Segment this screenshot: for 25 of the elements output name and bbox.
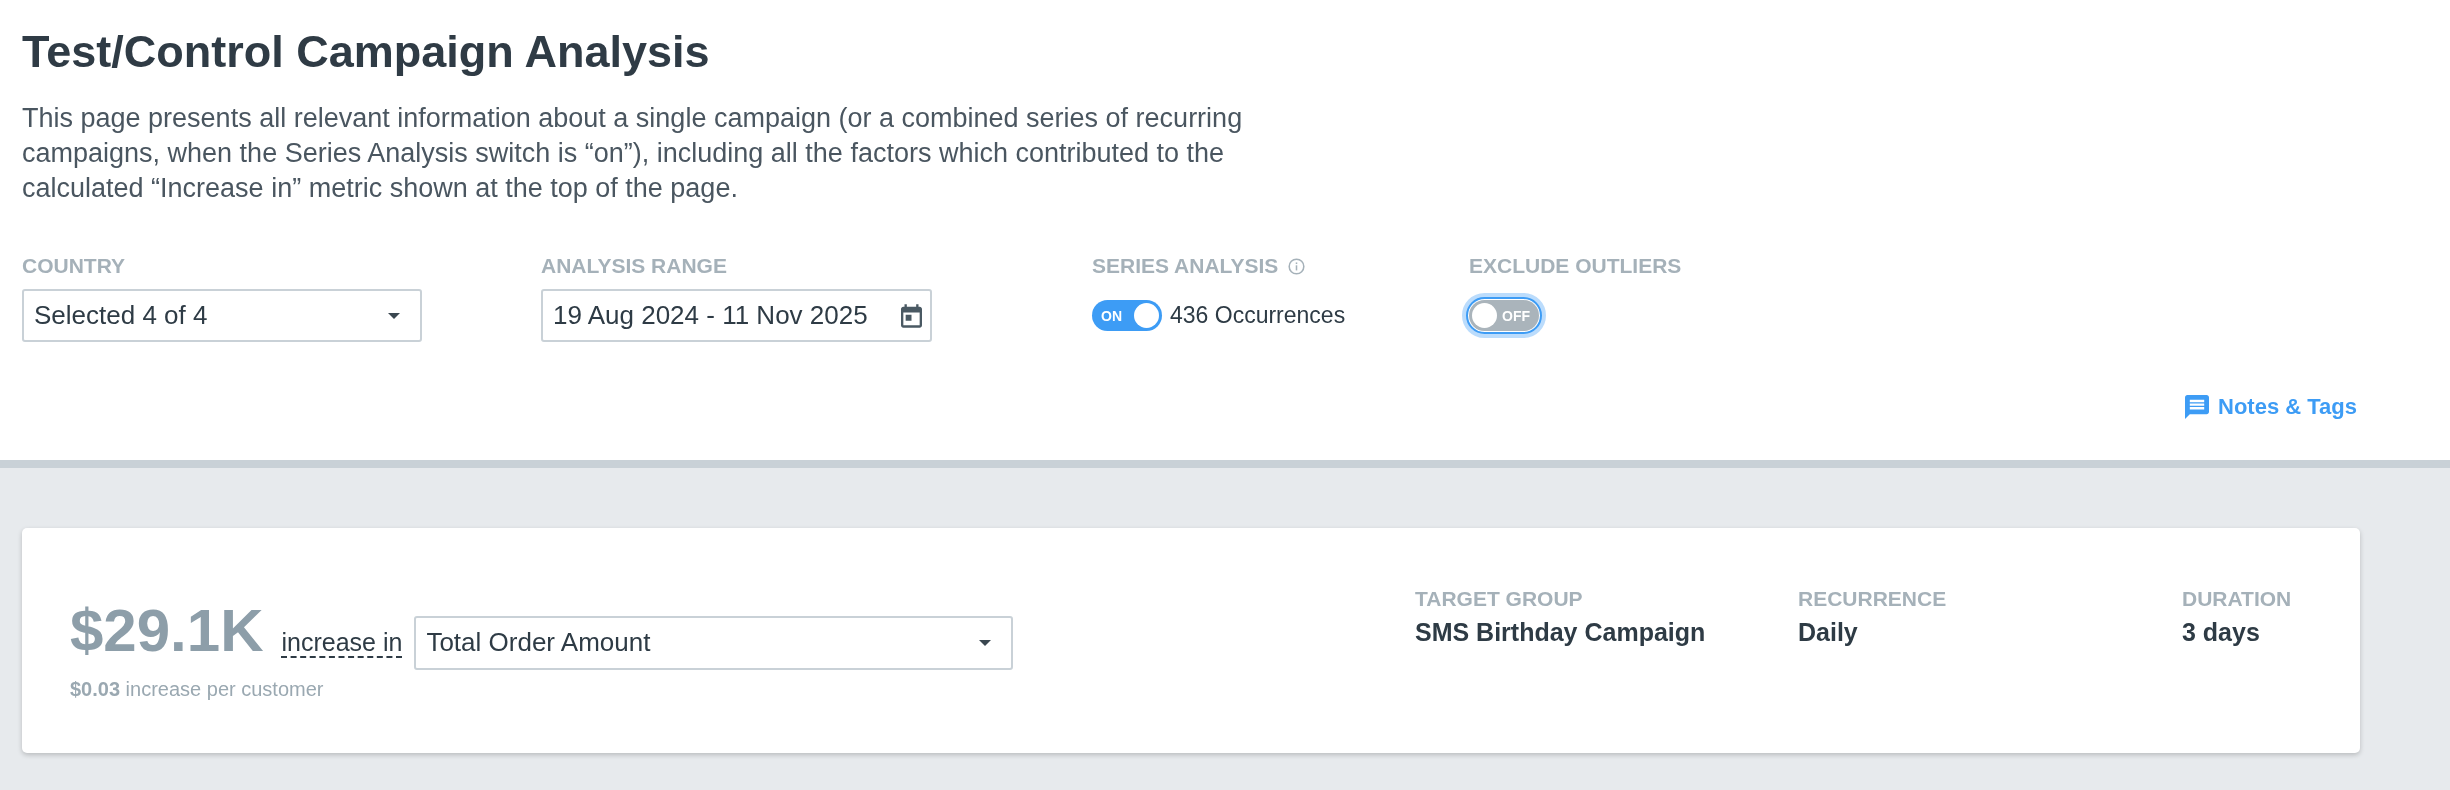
toggle-knob (1472, 303, 1497, 328)
fact-value: SMS Birthday Campaign (1415, 617, 1707, 647)
page-description: This page presents all relevant information about a single campaign (or a combined series of recurring campaigns, when the Series Analysis switch is “on”), including all the factors which contributed to the calculated “Increase in” metric shown at the top of the page. (22, 102, 1244, 205)
metric-dropdown[interactable]: Total Order Amount (414, 615, 1014, 670)
caret-icon (388, 312, 400, 319)
fact-label: TARGET GROUP (1415, 586, 1584, 612)
filter-label: EXCLUDE OUTLIERS (1469, 253, 1682, 279)
caret-icon (979, 639, 992, 646)
fact-label: DURATION (2182, 586, 2293, 612)
country-dropdown[interactable]: Selected 4 of 4 (22, 289, 422, 342)
fact-value: 3 days (2182, 617, 2261, 647)
fact-value: Daily (1798, 617, 1859, 647)
filter-label: ANALYSIS RANGE (541, 253, 727, 279)
filter-label: SERIES ANALYSIS (1092, 253, 1279, 279)
toggle-knob (1134, 303, 1159, 328)
occurrences-count: 436 Occurrences (1170, 302, 1346, 329)
per-customer-text: $0.03 increase per customer (70, 676, 324, 701)
date-range-field[interactable]: 19 Aug 2024 - 11 Nov 2025 (541, 289, 932, 342)
increase-value: $29.1K (70, 599, 264, 663)
message-icon (2185, 395, 2210, 419)
calendar-icon[interactable] (901, 303, 922, 328)
filter-label: COUNTRY (22, 253, 126, 279)
fact-label: RECURRENCE (1798, 586, 1948, 612)
page-title: Test/Control Campaign Analysis (22, 25, 710, 79)
increase-in-label: increase in (281, 628, 403, 658)
